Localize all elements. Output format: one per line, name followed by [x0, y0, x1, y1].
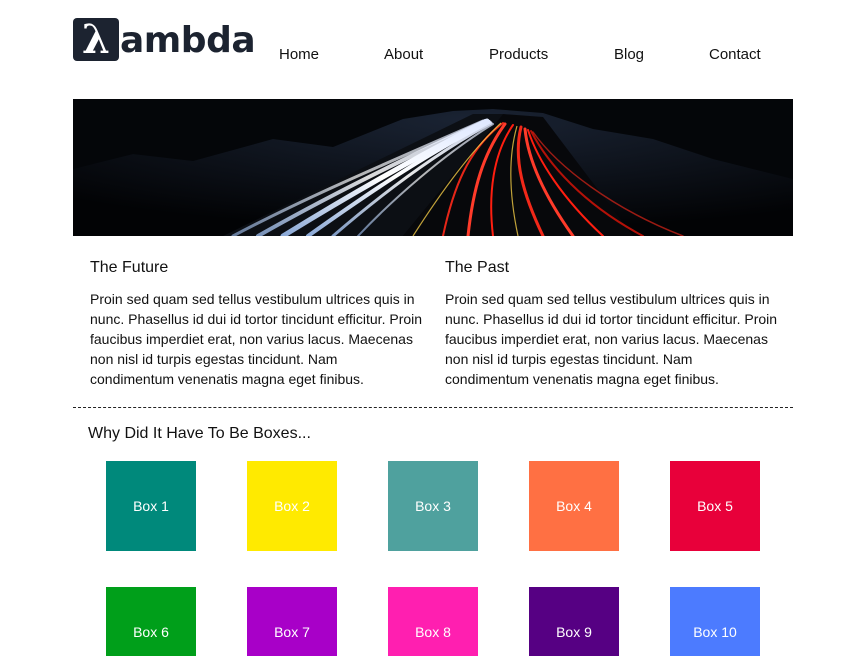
boxes-section-title: Why Did It Have To Be Boxes... [88, 425, 311, 442]
nav-link-about[interactable]: About [384, 44, 423, 66]
box-10: Box 10 [670, 587, 760, 656]
box-3: Box 3 [388, 461, 478, 551]
box-7: Box 7 [247, 587, 337, 656]
section-divider [73, 407, 793, 408]
column-future-body: Proin sed quam sed tellus vestibulum ult… [90, 291, 423, 387]
box-6: Box 6 [106, 587, 196, 656]
nav-link-products[interactable]: Products [489, 44, 548, 66]
nav-link-home[interactable]: Home [279, 44, 319, 66]
box-2: Box 2 [247, 461, 337, 551]
main-nav: Home About Products Blog Contact [0, 44, 866, 66]
column-past-body: Proin sed quam sed tellus vestibulum ult… [445, 291, 778, 387]
box-5: Box 5 [670, 461, 760, 551]
column-future: The Future Proin sed quam sed tellus ves… [90, 258, 424, 389]
column-past-title: The Past [445, 259, 510, 276]
box-9: Box 9 [529, 587, 619, 656]
box-1: Box 1 [106, 461, 196, 551]
nav-link-contact[interactable]: Contact [709, 44, 761, 66]
box-8: Box 8 [388, 587, 478, 656]
hero-image [73, 99, 793, 236]
page: λ ambda Home About Products Blog Contact [0, 0, 866, 656]
column-past: The Past Proin sed quam sed tellus vesti… [445, 258, 779, 389]
nav-link-blog[interactable]: Blog [614, 44, 644, 66]
box-4: Box 4 [529, 461, 619, 551]
column-future-title: The Future [90, 259, 169, 276]
